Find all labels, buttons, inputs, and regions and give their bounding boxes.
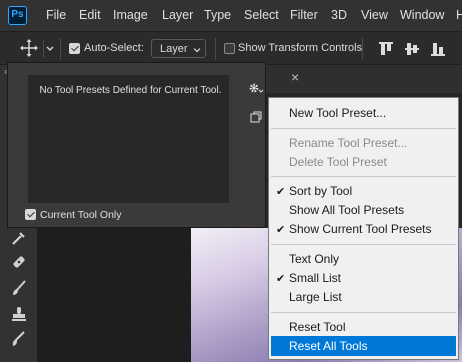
menu-item-show-current-tool-presets[interactable]: Show Current Tool Presets — [289, 222, 432, 236]
menu-view[interactable]: View — [361, 8, 388, 22]
auto-select-target-select[interactable]: Layer — [151, 39, 206, 58]
menu-3d[interactable]: 3D — [331, 8, 347, 22]
menu-item-reset-all-tools[interactable]: Reset All Tools — [289, 339, 368, 353]
options-divider — [215, 38, 216, 60]
menu-item-text-only[interactable]: Text Only — [289, 252, 339, 266]
presets-scrollbar[interactable] — [229, 75, 242, 203]
new-preset-icon[interactable] — [250, 111, 262, 126]
align-top-edges-icon[interactable] — [379, 41, 393, 60]
menu-item-show-all-tool-presets[interactable]: Show All Tool Presets — [289, 203, 404, 217]
current-tool-only-checkbox[interactable] — [25, 209, 36, 220]
menu-help[interactable]: H — [456, 8, 462, 22]
options-divider — [60, 38, 61, 60]
current-tool-only-label: Current Tool Only — [40, 209, 122, 221]
tool-presets-context-menu: New Tool Preset... Rename Tool Preset...… — [268, 97, 459, 360]
checkmark-icon: ✔ — [276, 273, 286, 285]
align-bottom-edges-icon[interactable] — [431, 41, 445, 60]
tool-preset-dropdown-icon[interactable] — [43, 40, 56, 58]
layer-select-value: Layer — [160, 43, 188, 55]
menu-type[interactable]: Type — [204, 8, 231, 22]
pasteboard — [37, 228, 191, 362]
tool-presets-list[interactable]: No Tool Presets Defined for Current Tool… — [28, 75, 242, 203]
auto-select-label: Auto-Select: — [84, 42, 144, 54]
menu-bar: Ps File Edit Image Layer Type Select Fil… — [0, 0, 462, 31]
menu-separator — [271, 176, 456, 177]
menu-edit[interactable]: Edit — [79, 8, 101, 22]
menu-item-delete-tool-preset: Delete Tool Preset — [289, 155, 387, 169]
menu-image[interactable]: Image — [113, 8, 148, 22]
options-divider — [362, 38, 363, 60]
close-icon[interactable]: × — [291, 69, 299, 85]
gear-icon[interactable] — [248, 81, 264, 98]
menu-window[interactable]: Window — [400, 8, 444, 22]
show-transform-label: Show Transform Controls — [238, 42, 363, 54]
options-bar: Auto-Select: Layer Show Transform Contro… — [0, 31, 462, 65]
move-tool-icon[interactable] — [19, 38, 39, 58]
healing-brush-tool-icon[interactable] — [10, 253, 28, 271]
menu-file[interactable]: File — [46, 8, 66, 22]
clone-stamp-tool-icon[interactable] — [10, 305, 28, 323]
menu-separator — [271, 312, 456, 313]
menu-item-reset-tool[interactable]: Reset Tool — [289, 320, 345, 334]
photoshop-logo[interactable]: Ps — [8, 6, 27, 25]
menu-item-small-list[interactable]: Small List — [289, 271, 341, 285]
menu-item-large-list[interactable]: Large List — [289, 290, 342, 304]
history-brush-tool-icon[interactable] — [10, 330, 28, 348]
menu-separator — [271, 244, 456, 245]
menu-item-new-tool-preset[interactable]: New Tool Preset... — [289, 106, 386, 120]
checkmark-icon: ✔ — [276, 224, 286, 236]
menu-separator — [271, 128, 456, 129]
align-vertical-centers-icon[interactable] — [405, 41, 419, 60]
chevron-down-icon — [192, 44, 202, 58]
menu-filter[interactable]: Filter — [290, 8, 318, 22]
brush-tool-icon[interactable] — [10, 279, 28, 297]
checkmark-icon: ✔ — [276, 186, 286, 198]
menu-item-rename-tool-preset: Rename Tool Preset... — [289, 136, 408, 150]
menu-item-sort-by-tool[interactable]: Sort by Tool — [289, 184, 352, 198]
document-tab-bar: × — [266, 65, 462, 93]
eyedropper-tool-icon[interactable] — [10, 229, 28, 247]
tool-presets-panel: No Tool Presets Defined for Current Tool… — [7, 62, 266, 228]
menu-layer[interactable]: Layer — [162, 8, 193, 22]
empty-presets-message: No Tool Presets Defined for Current Tool… — [39, 85, 222, 96]
auto-select-checkbox[interactable] — [69, 43, 80, 54]
menu-select[interactable]: Select — [244, 8, 279, 22]
show-transform-checkbox[interactable] — [224, 43, 235, 54]
